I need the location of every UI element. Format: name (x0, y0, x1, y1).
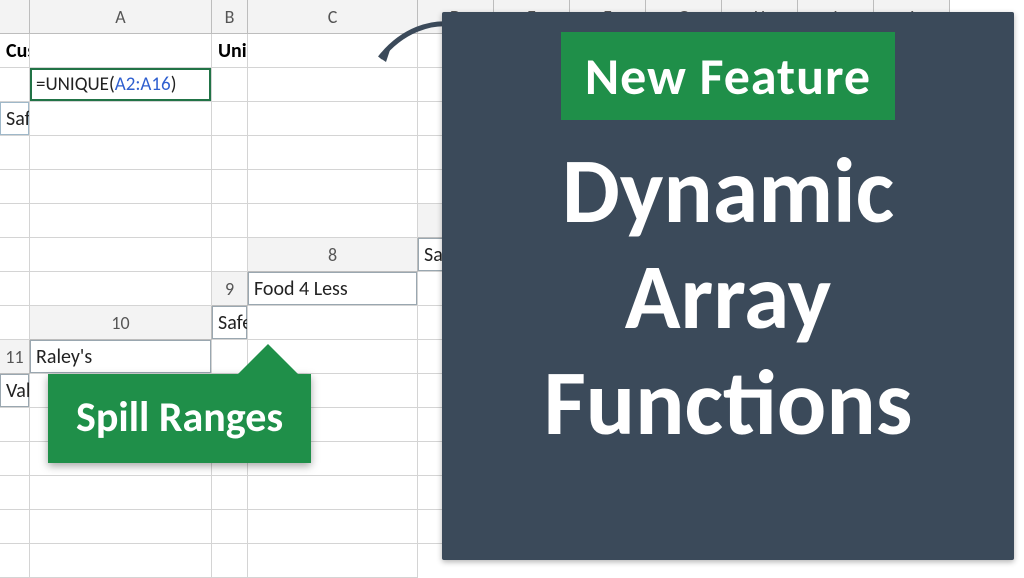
cell-A11[interactable]: Raley's (30, 340, 212, 374)
panel-line-3: Functions (544, 350, 913, 456)
cell-F6[interactable] (0, 204, 30, 238)
cell-C14[interactable] (0, 442, 30, 476)
cell-H6[interactable] (212, 204, 248, 238)
cell-F3[interactable] (248, 102, 418, 136)
col-header-B[interactable]: B (212, 0, 248, 34)
cell-F17[interactable] (0, 544, 30, 578)
row-header-11[interactable]: 11 (0, 340, 30, 374)
cell-E5[interactable] (0, 170, 30, 204)
callout-label: Spill Ranges (76, 392, 283, 443)
row-header-8[interactable]: 8 (248, 238, 418, 272)
cell-G7[interactable] (0, 238, 30, 272)
cell-E15[interactable] (30, 476, 212, 510)
cell-H7[interactable] (30, 238, 212, 272)
cell-B10[interactable] (248, 306, 418, 340)
cell-F15[interactable] (212, 476, 248, 510)
cell-G5[interactable] (212, 170, 248, 204)
cell-D1[interactable] (248, 34, 418, 68)
feature-panel: New Feature Dynamic Array Functions (442, 12, 1014, 560)
cell-G16[interactable] (212, 510, 248, 544)
panel-line-1: Dynamic (544, 138, 913, 244)
cell-F5[interactable] (30, 170, 212, 204)
cell-F4[interactable] (212, 136, 248, 170)
cell-I7[interactable] (212, 238, 248, 272)
cell-E4[interactable] (30, 136, 212, 170)
cell-F16[interactable] (30, 510, 212, 544)
cell-C3[interactable]: Safeway (0, 102, 30, 136)
panel-line-2: Array (544, 244, 913, 350)
cell-G15[interactable] (248, 476, 418, 510)
cell-B2[interactable] (0, 68, 30, 102)
new-feature-badge: New Feature (561, 32, 895, 120)
cell-I9[interactable] (0, 306, 30, 340)
cell-B1[interactable] (30, 34, 212, 68)
cell-H8[interactable] (0, 272, 30, 306)
cell-D2[interactable] (212, 68, 248, 102)
cell-C1[interactable]: Unique List (212, 34, 248, 68)
row-header-10[interactable]: 10 (30, 306, 212, 340)
cell-A12[interactable]: Vallarta (0, 374, 30, 408)
cell-G17[interactable] (30, 544, 212, 578)
cell-I6[interactable] (248, 204, 418, 238)
cell-A9[interactable]: Food 4 Less (248, 272, 418, 306)
cell-H17[interactable] (212, 544, 248, 578)
cell-D15[interactable] (0, 476, 30, 510)
row-header-9[interactable]: 9 (212, 272, 248, 306)
cell-E16[interactable] (0, 510, 30, 544)
cell-A10[interactable]: Safeway (212, 306, 248, 340)
cell-I17[interactable] (248, 544, 418, 578)
cell-B13[interactable] (0, 408, 30, 442)
cell-A1[interactable]: Customer Name (0, 34, 30, 68)
cell-H5[interactable] (248, 170, 418, 204)
cell-D4[interactable] (0, 136, 30, 170)
col-header-A[interactable]: A (30, 0, 212, 34)
cell-E3[interactable] (212, 102, 248, 136)
cell-E2[interactable] (248, 68, 418, 102)
col-header-C[interactable]: C (248, 0, 418, 34)
cell-G6[interactable] (30, 204, 212, 238)
panel-title: Dynamic Array Functions (544, 138, 913, 455)
cell-H16[interactable] (248, 510, 418, 544)
cell-I8[interactable] (30, 272, 212, 306)
select-all-corner[interactable] (0, 0, 30, 34)
cell-G4[interactable] (248, 136, 418, 170)
cell-C2[interactable]: =UNIQUE(A2:A16) (30, 68, 212, 102)
cell-D3[interactable] (30, 102, 212, 136)
spill-ranges-callout: Spill Ranges (48, 374, 311, 463)
